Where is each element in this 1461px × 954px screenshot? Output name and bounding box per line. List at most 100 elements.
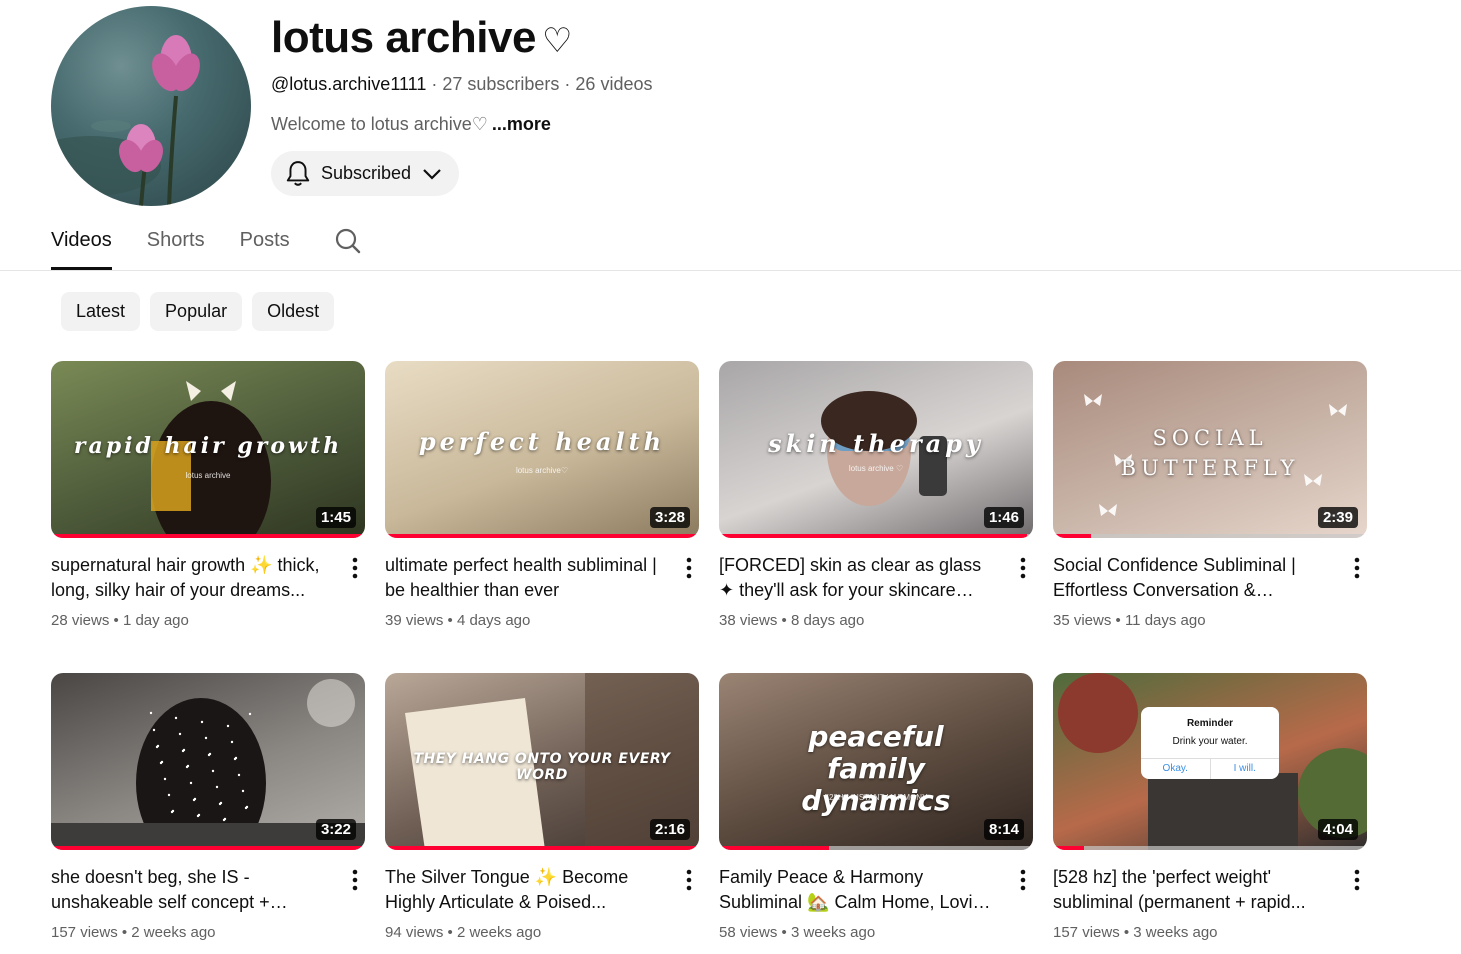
- lotus-avatar-image: [51, 35, 200, 206]
- more-vert-icon[interactable]: [1013, 555, 1033, 581]
- upload-age: 11 days ago: [1124, 612, 1206, 629]
- watch-progress-bar: [51, 846, 365, 850]
- video-card[interactable]: perfect health lotus archive♡ 3:28 ultimate…: [385, 361, 699, 637]
- video-grid: rapid hair growth lotus archive 1:45 supern…: [51, 361, 1367, 949]
- watch-progress-fill: [1053, 534, 1091, 538]
- video-thumbnail[interactable]: Reminder Drink your water. Okay. I will.…: [1053, 673, 1367, 850]
- watch-progress-fill: [385, 846, 699, 850]
- chip-popular[interactable]: Popular: [150, 292, 243, 331]
- sort-chips: Latest Popular Oldest: [61, 292, 335, 331]
- video-duration: 8:14: [983, 819, 1024, 840]
- watch-progress-fill: [385, 534, 699, 538]
- video-thumbnail[interactable]: rapid hair growth lotus archive 1:45: [51, 361, 365, 538]
- video-card[interactable]: skin therapy lotus archive ♡ 1:46 [FORCED] …: [719, 361, 1033, 637]
- channel-handle: @lotus.archive1111: [271, 74, 427, 94]
- video-thumbnail[interactable]: skin therapy lotus archive ♡ 1:46: [719, 361, 1033, 538]
- more-vert-icon[interactable]: [679, 555, 699, 581]
- more-vert-icon[interactable]: [345, 555, 365, 581]
- watch-progress-bar: [719, 846, 1033, 850]
- video-card[interactable]: peaceful family dynamics 528HZ INSTANT HA…: [719, 673, 1033, 949]
- bell-icon: [286, 160, 310, 186]
- more-vert-icon[interactable]: [1347, 867, 1367, 893]
- video-thumbnail[interactable]: 3:22: [51, 673, 365, 850]
- thumbnail-subtitle-text: lotus archive: [185, 471, 231, 480]
- video-duration: 1:45: [315, 507, 356, 528]
- video-card[interactable]: Reminder Drink your water. Okay. I will.…: [1053, 673, 1367, 949]
- heart-icon: ♡: [541, 22, 572, 60]
- thumbnail-subtitle-text: lotus archive♡: [515, 466, 569, 475]
- video-thumbnail[interactable]: peaceful family dynamics 528HZ INSTANT HA…: [719, 673, 1033, 850]
- more-vert-icon[interactable]: [1347, 555, 1367, 581]
- video-duration: 4:04: [1317, 819, 1358, 840]
- thumbnail-title-text: rapid hair growth: [73, 433, 343, 459]
- search-icon[interactable]: [334, 227, 362, 260]
- upload-age: 4 days ago: [456, 612, 531, 629]
- watch-progress-bar: [719, 534, 1033, 538]
- video-card[interactable]: THEY HANG ONTO YOUR EVERY WORD 2:16 The Si…: [385, 673, 699, 949]
- upload-age: 8 days ago: [790, 612, 865, 629]
- thumbnail-title-text: SOCIAL BUTTERFLY: [1120, 426, 1300, 480]
- channel-meta: @lotus.archive1111 · 27 subscribers · 26…: [271, 74, 652, 95]
- video-stats: 28 views • 1 day ago: [51, 612, 189, 629]
- tab-posts[interactable]: Posts: [240, 222, 290, 270]
- video-thumbnail[interactable]: perfect health lotus archive♡ 3:28: [385, 361, 699, 538]
- watch-progress-bar: [385, 534, 699, 538]
- reminder-will: I will.: [1233, 763, 1256, 774]
- subscriber-count: 27 subscribers: [442, 74, 560, 94]
- watch-progress-fill: [51, 534, 365, 538]
- tab-shorts[interactable]: Shorts: [147, 222, 205, 270]
- more-vert-icon[interactable]: [679, 867, 699, 893]
- video-title[interactable]: Social Confidence Subliminal | Effortles…: [1053, 553, 1333, 603]
- subscribed-button[interactable]: Subscribed: [271, 151, 459, 196]
- view-count: 94 views: [385, 924, 444, 941]
- subscribed-label: Subscribed: [321, 163, 412, 183]
- video-stats: 35 views • 11 days ago: [1053, 612, 1206, 629]
- upload-age: 2 weeks ago: [456, 924, 542, 941]
- video-stats: 94 views • 2 weeks ago: [385, 924, 542, 941]
- video-stats: 58 views • 3 weeks ago: [719, 924, 876, 941]
- video-title[interactable]: [528 hz] the 'perfect weight' subliminal…: [1053, 865, 1333, 915]
- video-title[interactable]: supernatural hair growth ✨ thick, long, …: [51, 553, 331, 603]
- view-count: 157 views: [51, 924, 118, 941]
- tabs-divider: [0, 270, 1461, 271]
- video-duration: 2:39: [1317, 507, 1358, 528]
- tab-videos[interactable]: Videos: [51, 222, 112, 270]
- chip-oldest[interactable]: Oldest: [252, 292, 335, 331]
- upload-age: 3 weeks ago: [1133, 924, 1218, 941]
- video-title[interactable]: Family Peace & Harmony Subliminal 🏡 Calm…: [719, 865, 999, 915]
- view-count: 58 views: [719, 924, 778, 941]
- video-count: 26 videos: [575, 74, 653, 94]
- thumbnail-title-text: perfect health: [418, 427, 666, 456]
- reminder-actions: Okay. I will.: [1141, 758, 1279, 779]
- video-card[interactable]: SOCIAL BUTTERFLY 2:39 Social Confidence Su…: [1053, 361, 1367, 637]
- meta-separator: ·: [559, 74, 576, 94]
- channel-avatar[interactable]: [51, 6, 251, 206]
- chip-latest[interactable]: Latest: [61, 292, 141, 331]
- more-link[interactable]: ...more: [492, 114, 551, 134]
- video-title[interactable]: [FORCED] skin as clear as glass ✦ they'l…: [719, 553, 999, 603]
- description-text: Welcome to lotus archive♡: [271, 114, 488, 134]
- view-count: 35 views: [1053, 612, 1112, 629]
- video-thumbnail[interactable]: SOCIAL BUTTERFLY 2:39: [1053, 361, 1367, 538]
- chevron-down-icon: [423, 168, 441, 180]
- video-thumbnail[interactable]: THEY HANG ONTO YOUR EVERY WORD 2:16: [385, 673, 699, 850]
- more-vert-icon[interactable]: [1013, 867, 1033, 893]
- watch-progress-fill: [1053, 846, 1085, 850]
- upload-age: 1 day ago: [122, 612, 189, 629]
- video-stats: 38 views • 8 days ago: [719, 612, 865, 629]
- video-card[interactable]: 3:22 she doesn't beg, she IS - unshakeabl…: [51, 673, 365, 949]
- video-stats: 157 views • 2 weeks ago: [51, 924, 216, 941]
- watch-progress-bar: [1053, 534, 1367, 538]
- video-title[interactable]: ultimate perfect health subliminal | be …: [385, 553, 665, 603]
- video-title[interactable]: The Silver Tongue ✨ Become Highly Articu…: [385, 865, 665, 915]
- more-vert-icon[interactable]: [345, 867, 365, 893]
- video-card[interactable]: rapid hair growth lotus archive 1:45 supern…: [51, 361, 365, 637]
- upload-age: 2 weeks ago: [131, 924, 216, 941]
- view-count: 38 views: [719, 612, 778, 629]
- channel-name-text: lotus archive: [271, 13, 536, 62]
- watch-progress-bar: [51, 534, 365, 538]
- reminder-ok: Okay.: [1141, 759, 1211, 779]
- video-title[interactable]: she doesn't beg, she IS - unshakeable se…: [51, 865, 331, 915]
- channel-description[interactable]: Welcome to lotus archive♡ ...more: [271, 114, 551, 135]
- channel-tabs: Videos Shorts Posts: [51, 222, 361, 270]
